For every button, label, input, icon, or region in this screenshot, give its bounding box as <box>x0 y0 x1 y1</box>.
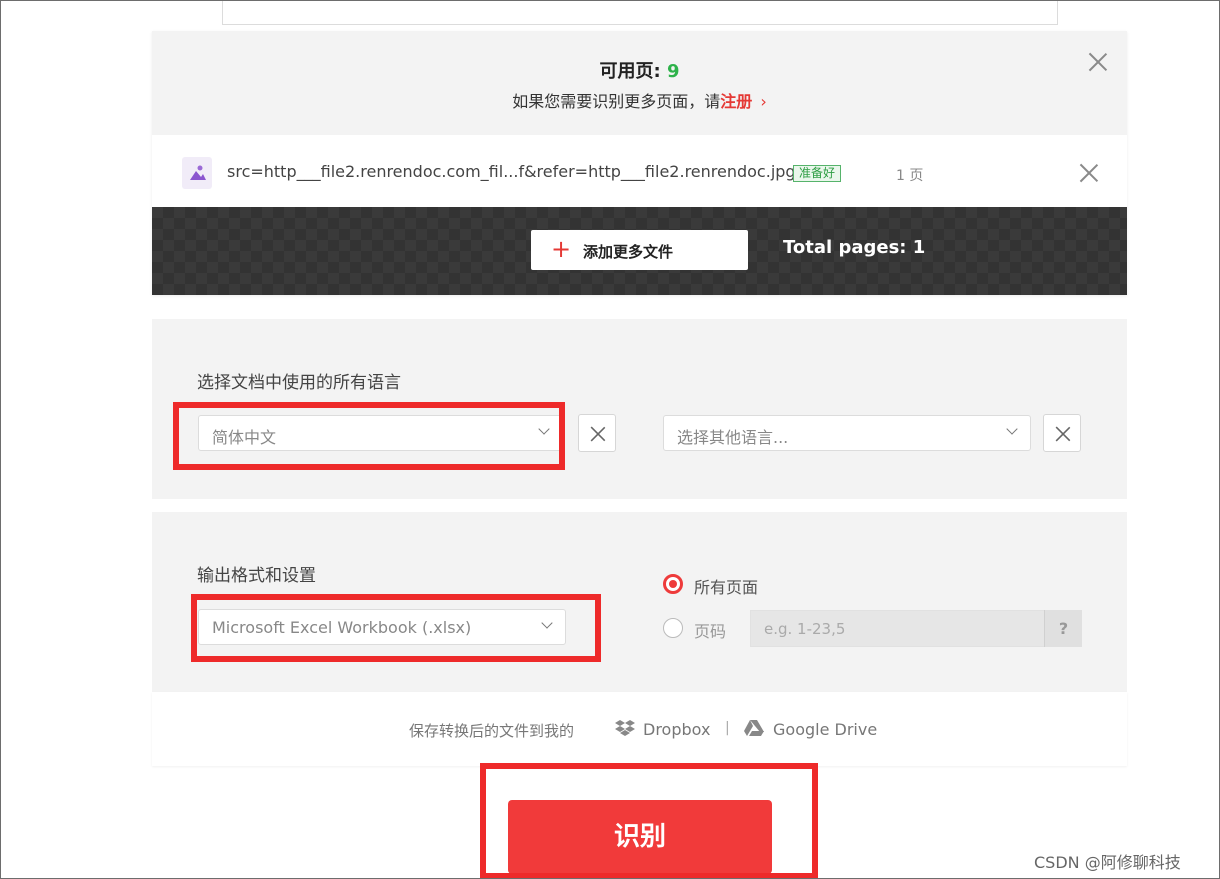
chevron-down-icon <box>538 423 550 435</box>
output-panel: 输出格式和设置 Microsoft Excel Workbook (.xlsx) <box>152 512 1127 692</box>
file-page-count: 1 页 <box>896 168 924 184</box>
help-button[interactable]: ? <box>1044 610 1082 647</box>
language-title: 选择文档中使用的所有语言 <box>197 373 401 393</box>
page-range-label: 页码 <box>694 622 727 641</box>
add-more-files-button[interactable]: + 添加更多文件 <box>531 230 748 270</box>
other-language-placeholder: 选择其他语言... <box>677 428 789 447</box>
add-more-files-label: 添加更多文件 <box>583 243 674 261</box>
available-pages-count: 9 <box>666 61 680 82</box>
total-pages: Total pages: 1 <box>783 237 926 258</box>
separator: | <box>725 720 730 736</box>
language-select-value: 简体中文 <box>212 428 277 447</box>
watermark: CSDN @阿修聊科技 <box>1034 853 1181 872</box>
top-input-field[interactable] <box>222 0 1058 25</box>
chevron-down-icon <box>1006 423 1018 435</box>
language-panel: 选择文档中使用的所有语言 简体中文 选择其他语言... <box>152 319 1127 499</box>
close-icon[interactable] <box>1087 51 1109 73</box>
remove-file-icon[interactable] <box>1078 162 1100 184</box>
status-badge: 准备好 <box>793 165 842 182</box>
available-pages-label: 可用页: <box>599 61 667 82</box>
all-pages-label: 所有页面 <box>694 578 759 597</box>
file-item: src=http___file2.renrendoc.com_fil...f&r… <box>152 135 1127 207</box>
image-file-icon <box>182 157 212 189</box>
available-pages: 可用页: 9 <box>152 57 1127 83</box>
google-drive-icon <box>744 719 764 741</box>
output-title: 输出格式和设置 <box>197 566 316 586</box>
clear-other-language-button[interactable] <box>1043 414 1081 452</box>
plus-icon: + <box>551 235 572 263</box>
register-link[interactable]: 注册 <box>720 92 752 111</box>
close-icon <box>589 425 607 443</box>
save-to-cloud-row: 保存转换后的文件到我的 Dropbox | Google Drive <box>152 692 1127 766</box>
convert-button[interactable]: 识别 <box>508 800 772 874</box>
file-name: src=http___file2.renrendoc.com_fil...f&r… <box>227 162 796 181</box>
other-language-select[interactable]: 选择其他语言... <box>663 415 1031 451</box>
chevron-right-icon[interactable]: › <box>760 92 766 111</box>
save-to-label: 保存转换后的文件到我的 <box>409 722 575 740</box>
page-limit-header: 可用页: 9 如果您需要识别更多页面，请注册 › <box>152 31 1127 135</box>
file-toolbar: + 添加更多文件 Total pages: 1 <box>152 207 1127 295</box>
clear-language-button[interactable] <box>578 414 616 452</box>
all-pages-radio[interactable] <box>663 574 683 594</box>
close-icon <box>1054 425 1072 443</box>
page-range-input[interactable]: e.g. 1-23,5 <box>750 610 1045 647</box>
register-hint: 如果您需要识别更多页面，请注册 › <box>152 88 1127 112</box>
output-format-value: Microsoft Excel Workbook (.xlsx) <box>212 618 472 637</box>
chevron-down-icon <box>541 617 553 629</box>
dropbox-link[interactable]: Dropbox <box>643 720 710 739</box>
register-hint-text: 如果您需要识别更多页面，请 <box>512 92 721 111</box>
google-drive-link[interactable]: Google Drive <box>773 720 877 739</box>
language-select[interactable]: 简体中文 <box>198 415 563 451</box>
output-format-select[interactable]: Microsoft Excel Workbook (.xlsx) <box>198 609 566 645</box>
upload-card: 可用页: 9 如果您需要识别更多页面，请注册 › src=http___file2… <box>152 31 1127 295</box>
page-range-radio[interactable] <box>663 618 683 638</box>
dropbox-icon <box>615 719 635 741</box>
page-range-placeholder: e.g. 1-23,5 <box>764 620 846 638</box>
